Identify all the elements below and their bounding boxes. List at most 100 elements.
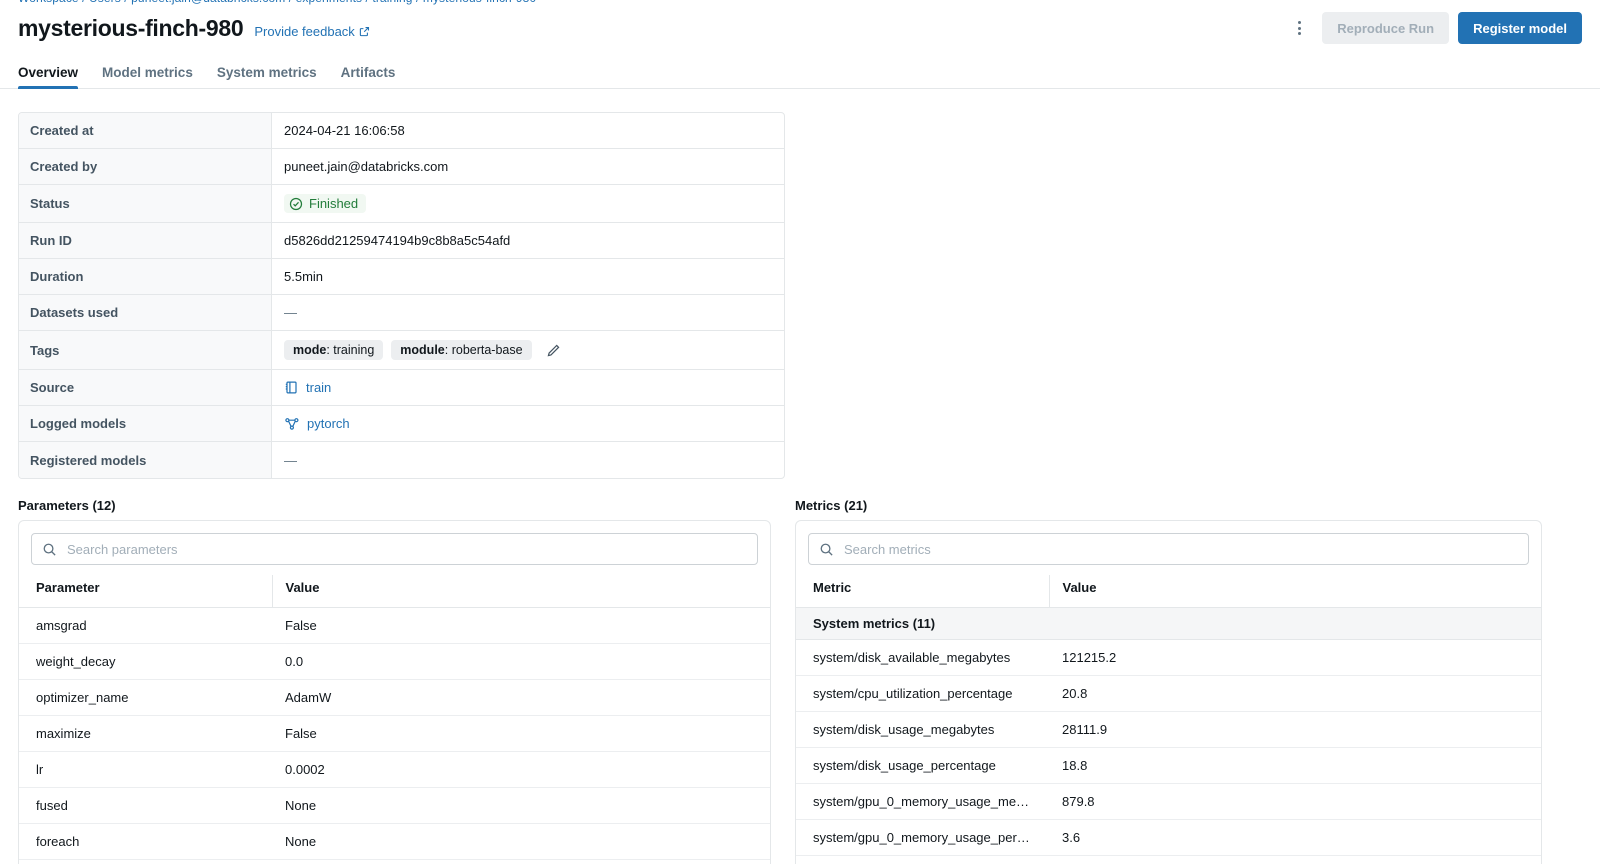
tab-system-metrics[interactable]: System metrics [217,65,317,88]
parameters-heading: Parameters (12) [18,498,116,513]
detail-row-logged-models: Logged models pytorch [19,406,784,442]
tag-key: mode [293,343,326,357]
table-row: system/disk_usage_megabytes 28111.9 [796,712,1541,748]
register-model-button[interactable]: Register model [1458,12,1582,44]
parameter-value: 0.0 [272,644,770,680]
kebab-dot-icon [1298,21,1301,24]
provide-feedback-label: Provide feedback [254,24,354,39]
metrics-table: Metric Value System metrics (11) system/… [796,575,1541,856]
metric-name-link[interactable]: system/disk_usage_percentage [796,748,1049,784]
breadcrumb[interactable]: Workspace / Users / puneet.jain@databric… [18,0,536,5]
metric-name-link[interactable]: system/disk_available_megabytes [796,640,1049,676]
edit-tags-button[interactable] [546,343,561,358]
parameters-table-body: amsgrad False weight_decay 0.0 optimizer… [19,608,770,860]
metrics-table-body: System metrics (11) system/disk_availabl… [796,608,1541,856]
table-row: maximize False [19,716,770,752]
metrics-search-box[interactable] [808,533,1529,565]
search-metrics-input[interactable] [842,541,1518,558]
page-title: mysterious-finch-980 [18,15,243,42]
detail-row-duration: Duration 5.5min [19,259,784,295]
detail-value-registered-models: — [272,442,784,478]
parameter-value: AdamW [272,680,770,716]
parameter-name: optimizer_name [19,680,272,716]
tag-value: training [333,343,374,357]
header-actions: Reproduce Run Register model [1285,12,1582,44]
tag-chip[interactable]: module: roberta-base [391,340,531,360]
table-row: fused None [19,788,770,824]
detail-row-created-by: Created by puneet.jain@databricks.com [19,149,784,185]
detail-value-status: Finished [272,185,784,222]
detail-label: Created by [19,149,272,184]
metric-name-link[interactable]: system/gpu_0_memory_usage_me… [796,784,1049,820]
table-row: system/cpu_utilization_percentage 20.8 [796,676,1541,712]
model-graph-icon [284,416,300,432]
metric-name-link[interactable]: system/disk_usage_megabytes [796,712,1049,748]
metrics-header-row: Metric Value [796,575,1541,608]
detail-label: Logged models [19,406,272,441]
detail-label: Registered models [19,442,272,478]
parameters-header-row: Parameter Value [19,575,770,608]
search-icon [819,542,834,557]
provide-feedback-link[interactable]: Provide feedback [254,24,369,39]
check-circle-icon [289,197,303,211]
tab-overview[interactable]: Overview [18,65,78,88]
column-header-metric[interactable]: Metric [796,575,1049,608]
kebab-dot-icon [1298,27,1301,30]
table-row: amsgrad False [19,608,770,644]
detail-value-run-id: d5826dd21259474194b9c8b8a5c54afd [272,223,784,258]
parameter-value: False [272,716,770,752]
table-row: system/disk_available_megabytes 121215.2 [796,640,1541,676]
reproduce-run-button[interactable]: Reproduce Run [1322,12,1449,44]
parameters-table: Parameter Value amsgrad False weight_dec… [19,575,770,860]
detail-label: Datasets used [19,295,272,330]
status-badge: Finished [284,194,366,213]
parameters-search-box[interactable] [31,533,758,565]
detail-label: Status [19,185,272,222]
metric-value: 28111.9 [1049,712,1541,748]
table-row: optimizer_name AdamW [19,680,770,716]
column-header-value[interactable]: Value [272,575,770,608]
tab-artifacts[interactable]: Artifacts [341,65,396,88]
metric-name-link[interactable]: system/cpu_utilization_percentage [796,676,1049,712]
table-row: foreach None [19,824,770,860]
detail-row-run-id: Run ID d5826dd21259474194b9c8b8a5c54afd [19,223,784,259]
tag-chip[interactable]: mode: training [284,340,383,360]
page-header: mysterious-finch-980 Provide feedback Re… [0,6,1600,50]
parameter-value: 0.0002 [272,752,770,788]
tag-value: roberta-base [452,343,523,357]
detail-row-registered-models: Registered models — [19,442,784,478]
detail-label: Tags [19,331,272,369]
metrics-heading: Metrics (21) [795,498,867,513]
detail-label: Created at [19,113,272,148]
search-parameters-input[interactable] [65,541,747,558]
metric-value: 20.8 [1049,676,1541,712]
tag-sep: : [445,343,452,357]
tab-model-metrics[interactable]: Model metrics [102,65,193,88]
detail-label: Run ID [19,223,272,258]
source-link[interactable]: train [284,380,331,395]
search-icon [42,542,57,557]
parameters-search-wrap [19,521,770,575]
detail-value-created-at: 2024-04-21 16:06:58 [272,113,784,148]
metric-name-link[interactable]: system/gpu_0_memory_usage_per… [796,820,1049,856]
parameter-name: foreach [19,824,272,860]
metric-value: 18.8 [1049,748,1541,784]
column-header-value[interactable]: Value [1049,575,1541,608]
external-link-icon [359,26,370,37]
parameter-value: None [272,824,770,860]
metrics-group-label: System metrics (11) [796,608,1541,640]
detail-value-duration: 5.5min [272,259,784,294]
column-header-parameter[interactable]: Parameter [19,575,272,608]
more-options-button[interactable] [1285,14,1313,42]
detail-value-tags: mode: training module: roberta-base [272,331,784,369]
detail-value-source: train [272,370,784,405]
parameter-value: None [272,788,770,824]
pencil-icon [546,343,561,358]
table-row: system/gpu_0_memory_usage_per… 3.6 [796,820,1541,856]
parameter-value: False [272,608,770,644]
logged-model-link[interactable]: pytorch [284,416,350,432]
tab-bar: Overview Model metrics System metrics Ar… [0,56,1600,89]
metrics-search-wrap [796,521,1541,575]
detail-value-logged-models: pytorch [272,406,784,441]
metrics-group-row[interactable]: System metrics (11) [796,608,1541,640]
